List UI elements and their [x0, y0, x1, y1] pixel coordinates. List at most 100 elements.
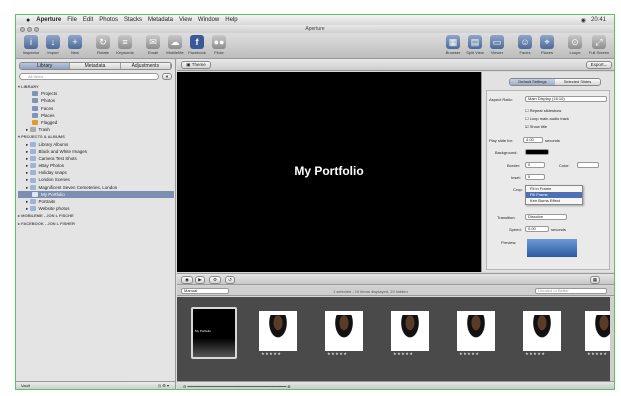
places-button[interactable]: ⌖ Places — [536, 35, 558, 55]
sort-select[interactable]: Manual — [181, 288, 229, 294]
mobileme-header[interactable]: ▸ MOBILEME - JON L FISCHE — [18, 212, 174, 219]
slideshow-inspector: Default Settings Selected Slides Aspect … — [481, 72, 614, 272]
sidebar-item-projects[interactable]: Projects — [18, 90, 174, 97]
clock[interactable]: 20:41 — [591, 17, 606, 24]
photo-thumbnail[interactable]: ★★★★★ — [391, 311, 429, 356]
vault-label[interactable]: Vault — [21, 383, 30, 388]
sidebar-item-black-white[interactable]: ▸ Black and White Images — [18, 148, 174, 155]
email-button[interactable]: ✉ Email — [142, 35, 164, 55]
menu-app[interactable]: Aperture — [36, 17, 61, 23]
keywords-button[interactable]: ≡ Keywords — [114, 35, 136, 55]
sidebar-item-ebay[interactable]: ▸ eBay Photos — [18, 162, 174, 169]
facebook-button[interactable]: f Facebook — [186, 35, 208, 55]
sync-icon[interactable]: ↺ — [225, 276, 235, 284]
tab-metadata[interactable]: Metadata — [70, 63, 121, 69]
sidebar-item-cemeteries[interactable]: ▸ Magnificent Seven Cemeteries, London — [18, 184, 174, 191]
sidebar-item-trash[interactable]: ▸ Trash — [18, 126, 174, 133]
speed-stepper[interactable]: 0.00 — [525, 226, 549, 232]
menu-file[interactable]: File — [67, 17, 77, 23]
inset-stepper[interactable]: 0 — [525, 174, 545, 180]
projects-header[interactable]: ▾ PROJECTS & ALBUMS — [18, 133, 174, 140]
menu-help[interactable]: Help — [225, 17, 237, 23]
camera-icon[interactable]: ◉ — [181, 276, 193, 284]
play-icon[interactable]: ▶ — [195, 276, 205, 284]
filter-menu-button[interactable]: ▾ — [162, 73, 172, 80]
close-window-button[interactable] — [20, 26, 25, 32]
viewer-button[interactable]: ▭ Viewer — [486, 35, 508, 55]
grid-view-icon[interactable]: ▦ — [590, 276, 600, 284]
split-view-button[interactable]: ▤ Split View — [464, 35, 486, 55]
facebook-label: Facebook — [188, 50, 206, 55]
slideshow-viewer[interactable]: My Portfolio — [177, 72, 481, 272]
apple-icon[interactable]: ● — [26, 17, 30, 24]
tab-adjustments[interactable]: Adjustments — [120, 63, 171, 69]
menu-view[interactable]: View — [179, 17, 192, 23]
photo-thumbnail[interactable]: ★★★★★ — [523, 311, 561, 356]
library-header[interactable]: ▾ LIBRARY — [18, 83, 174, 90]
settings-icon[interactable]: ⚙ — [209, 276, 221, 284]
sidebar-item-faces[interactable]: Faces — [18, 105, 174, 112]
inspector-button[interactable]: i Inspector — [20, 35, 42, 55]
loop-checkbox[interactable]: ☐ Loop main audio track — [525, 116, 569, 121]
photo-thumbnail[interactable]: ★★★★★ — [457, 311, 495, 356]
sidebar-item-label: Website photos — [38, 206, 70, 212]
zoom-window-button[interactable] — [34, 26, 39, 32]
wifi-icon[interactable]: ◉ — [581, 17, 586, 24]
browser-button[interactable]: ▦ Browser — [442, 35, 464, 55]
sidebar-item-holiday[interactable]: ▸ Holiday snaps — [18, 169, 174, 176]
vault-controls[interactable]: ◷ ⚙ ▾ — [158, 382, 169, 389]
flickr-button[interactable]: ●● Flickr — [208, 35, 230, 55]
portrait-image — [333, 315, 355, 341]
browser-icon: ▦ — [446, 35, 460, 49]
library-filter-input[interactable]: All Items — [19, 73, 159, 80]
menu-photos[interactable]: Photos — [99, 17, 118, 23]
sidebar-item-photos[interactable]: Photos — [18, 97, 174, 104]
theme-button[interactable]: ▣ Theme — [181, 61, 211, 69]
sidebar-item-library-albums[interactable]: ▸ Library Albums — [18, 141, 174, 148]
play-duration-stepper[interactable]: 4.00 — [523, 137, 543, 143]
transition-select[interactable]: Dissolve — [525, 214, 567, 220]
photo-thumbnail[interactable]: ★★★★★ — [325, 311, 363, 356]
browser-scrollbar[interactable] — [610, 297, 614, 381]
menu-edit[interactable]: Edit — [83, 17, 93, 23]
new-button[interactable]: + New — [64, 35, 86, 55]
sidebar-item-places[interactable]: Places — [18, 112, 174, 119]
photo-thumbnail[interactable]: ★★★★★ — [259, 311, 297, 356]
export-button[interactable]: Export... — [586, 61, 612, 69]
minimize-window-button[interactable] — [27, 26, 32, 32]
sidebar-item-website[interactable]: ▸ Website photos — [18, 205, 174, 212]
crop-option-ken-burns[interactable]: Ken Burns Effect — [526, 198, 582, 204]
menu-window[interactable]: Window — [198, 17, 219, 23]
title-slide[interactable]: My Portfolio — [191, 307, 237, 359]
play-slide-label: Play slide for: — [489, 138, 514, 143]
tab-selected-slides[interactable]: Selected Slides — [555, 79, 600, 85]
zoom-slider[interactable]: ⊖ ━━━━━━━━━━━━━━━━━━━━━━━━━━━━━━━━━━━━━━… — [183, 384, 291, 389]
sidebar-item-london-scenes[interactable]: ▸ London Scenes — [18, 176, 174, 183]
sidebar-item-my-portfolio[interactable]: My Portfolio — [18, 190, 174, 198]
repeat-checkbox[interactable]: ☐ Repeat slideshow — [525, 108, 561, 113]
rating-stars: ★★★★★ — [327, 351, 348, 356]
sidebar-item-portraits[interactable]: ▸ Portraits — [18, 198, 174, 205]
menu-stacks[interactable]: Stacks — [124, 17, 142, 23]
border-color-well[interactable] — [577, 162, 599, 168]
sidebar-item-flagged[interactable]: Flagged — [18, 119, 174, 126]
faces-button[interactable]: ☺ Faces — [514, 35, 536, 55]
import-button[interactable]: ↓ Import — [42, 35, 64, 55]
tab-library[interactable]: Library — [20, 63, 71, 69]
projects-header-label: PROJECTS & ALBUMS — [21, 134, 65, 140]
facebook-header[interactable]: ▸ FACEBOOK - JON L FISHER — [18, 220, 174, 227]
show-title-checkbox[interactable]: ☑ Show title — [525, 124, 547, 129]
background-color-well[interactable] — [525, 149, 549, 155]
full-screen-button[interactable]: ⤢ Full Screen — [588, 35, 610, 55]
tab-default-settings[interactable]: Default Settings — [510, 79, 555, 85]
loupe-button[interactable]: ⊙ Loupe — [564, 35, 586, 55]
rating-filter-input[interactable]: Unrated or Better — [535, 288, 607, 294]
aspect-ratio-select[interactable]: Main Display (16:10) — [525, 96, 607, 102]
sidebar-item-camera-test[interactable]: ▸ Camera Test Shots — [18, 155, 174, 162]
rotate-button[interactable]: ↻ Rotate — [92, 35, 114, 55]
rotate-label: Rotate — [97, 50, 109, 55]
menu-metadata[interactable]: Metadata — [148, 17, 173, 23]
mobileme-button[interactable]: ☁ MobileMe — [164, 35, 186, 55]
border-stepper[interactable]: 0 — [525, 162, 545, 168]
keywords-icon: ≡ — [118, 35, 132, 49]
